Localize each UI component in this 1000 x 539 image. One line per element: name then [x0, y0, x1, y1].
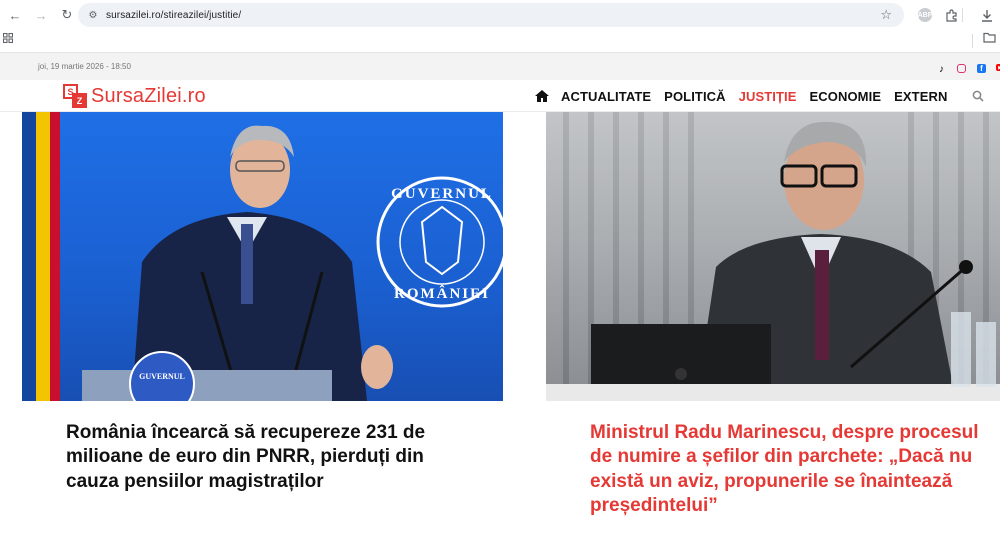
- url-text[interactable]: sursazilei.ro/stireazilei/justitie/: [106, 10, 241, 21]
- facebook-icon[interactable]: f: [977, 64, 986, 73]
- article-image-left[interactable]: GUVERNUL ROMÂNIEI GUVERNUL: [22, 112, 503, 401]
- site-top-strip: joi, 19 martie 2026 - 18:50 ♪ f ▶: [0, 52, 1000, 80]
- nav-item-extern[interactable]: EXTERN: [894, 89, 947, 104]
- bookmark-star-icon[interactable]: ☆: [880, 7, 892, 23]
- bookmarks-bar: [0, 30, 1000, 52]
- site-info-icon[interactable]: ⚙: [86, 8, 100, 22]
- forward-arrow-icon[interactable]: →: [30, 4, 52, 26]
- extensions-puzzle-icon[interactable]: [942, 6, 960, 24]
- article-headline-left[interactable]: România încearcă să recupereze 231 de mi…: [66, 421, 466, 494]
- nav-item-justitie[interactable]: JUSTIȚIE: [739, 89, 797, 104]
- youtube-icon[interactable]: ▶: [996, 64, 1000, 71]
- logo-text: SursaZilei.ro: [91, 84, 206, 107]
- current-date: joi, 19 martie 2026 - 18:50: [38, 62, 131, 71]
- nav-item-economie[interactable]: ECONOMIE: [810, 89, 882, 104]
- extension-badge-icon[interactable]: ABP: [918, 8, 932, 22]
- instagram-icon[interactable]: [957, 64, 966, 73]
- apps-grid-icon[interactable]: [2, 32, 14, 46]
- seal-bottom-text: ROMÂNIEI: [394, 285, 490, 302]
- reload-icon[interactable]: ↻: [56, 4, 78, 26]
- address-bar[interactable]: ⚙ sursazilei.ro/stireazilei/justitie/ ☆: [78, 3, 904, 27]
- main-navigation: ACTUALITATE POLITICĂ JUSTIȚIE ECONOMIE E…: [533, 88, 960, 104]
- back-arrow-icon[interactable]: ←: [4, 4, 26, 26]
- tiktok-icon[interactable]: ♪: [936, 64, 947, 75]
- article-image-right[interactable]: [546, 112, 1000, 401]
- nav-item-actualitate[interactable]: ACTUALITATE: [561, 89, 651, 104]
- search-icon[interactable]: [971, 89, 985, 103]
- bookmarks-divider: [972, 34, 973, 48]
- government-seal-icon: GUVERNUL ROMÂNIEI: [376, 176, 503, 308]
- home-icon[interactable]: [533, 88, 551, 104]
- download-icon[interactable]: [978, 6, 996, 24]
- podium-seal-text: GUVERNUL: [139, 372, 185, 381]
- nav-item-politica[interactable]: POLITICĂ: [664, 89, 725, 104]
- article-photo-left: GUVERNUL ROMÂNIEI GUVERNUL: [22, 112, 503, 401]
- article-headline-right[interactable]: Ministrul Radu Marinescu, despre procesu…: [590, 421, 980, 518]
- browser-toolbar: ← → ↻ ⚙ sursazilei.ro/stireazilei/justit…: [0, 0, 1000, 30]
- site-header: S Z SursaZilei.ro ACTUALITATE POLITICĂ J…: [0, 80, 1000, 112]
- site-logo[interactable]: S Z SursaZilei.ro: [63, 84, 206, 108]
- toolbar-divider: [962, 8, 963, 22]
- article-photo-right: [546, 112, 1000, 401]
- logo-mark-icon: S Z: [63, 84, 89, 108]
- seal-top-text: GUVERNUL: [391, 186, 493, 202]
- folder-icon[interactable]: [983, 32, 996, 46]
